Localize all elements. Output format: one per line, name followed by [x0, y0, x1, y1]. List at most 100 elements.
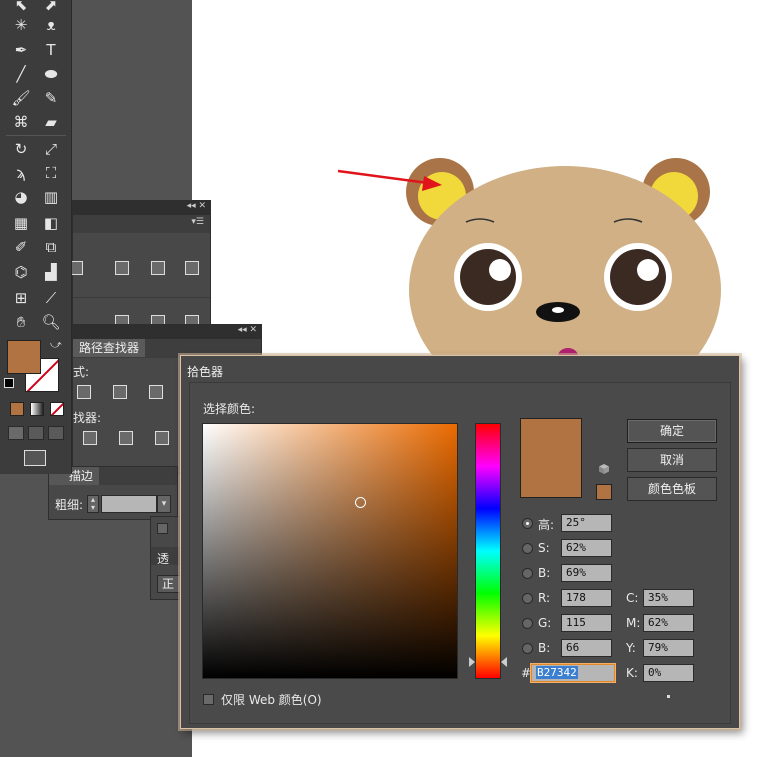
brightness-field[interactable]: 69%	[561, 564, 612, 582]
eyedropper-tool[interactable]: ✐	[8, 236, 34, 258]
screen-mode-button[interactable]	[24, 450, 46, 466]
pencil-icon: ✎	[44, 88, 58, 107]
magenta-field[interactable]: 62%	[643, 614, 694, 632]
yellow-field[interactable]: 79%	[643, 639, 694, 657]
saturation-label: S:	[538, 541, 550, 555]
pencil-tool[interactable]: ✎	[38, 87, 64, 109]
scale-tool[interactable]: ⤢	[38, 138, 64, 160]
stroke-option-checkbox[interactable]	[157, 523, 168, 534]
red-radio[interactable]	[522, 593, 533, 604]
bear-nose-highlight	[552, 307, 564, 313]
web-safe-color-swatch[interactable]	[596, 484, 612, 500]
weight-input[interactable]	[101, 495, 157, 513]
perspective-grid-tool[interactable]: ▥	[38, 186, 64, 208]
eraser-tool[interactable]: ▰	[38, 111, 64, 133]
blend-tool[interactable]: ⧉	[38, 236, 64, 258]
hand-tool[interactable]: ✋︎	[8, 311, 34, 333]
dialog-title: 拾色器	[187, 365, 224, 379]
saturation-brightness-field[interactable]	[202, 423, 458, 679]
type-tool[interactable]: T	[38, 39, 64, 61]
weight-dropdown-button[interactable]: ▾	[157, 495, 171, 513]
gradient-tool[interactable]: ◧	[38, 212, 64, 234]
ellipse-tool[interactable]: ⬬	[38, 63, 64, 85]
default-colors-icon[interactable]	[4, 378, 14, 388]
swap-fill-stroke-icon[interactable]: ⤻	[50, 338, 62, 352]
zoom-icon: 🔍︎	[41, 312, 61, 331]
tab-pathfinder[interactable]: 路径查找器	[73, 339, 146, 357]
magic-wand-tool[interactable]: ✳	[8, 14, 34, 36]
zoom-tool[interactable]: 🔍︎	[38, 311, 64, 333]
hue-field[interactable]: 25°	[561, 514, 612, 532]
cancel-button[interactable]: 取消	[627, 448, 717, 472]
cube-icon[interactable]	[598, 463, 610, 475]
panel-collapse-icon[interactable]: ◂◂ ✕	[238, 325, 257, 335]
hue-slider[interactable]	[475, 423, 501, 679]
pen-tool[interactable]: ✒	[8, 39, 34, 61]
align-top-icon[interactable]	[115, 261, 129, 275]
saturation-field[interactable]: 62%	[561, 539, 612, 557]
unite-icon[interactable]	[77, 385, 91, 399]
hue-radio[interactable]	[522, 518, 533, 529]
panel-header[interactable]	[73, 325, 261, 339]
bear-illustration[interactable]	[400, 150, 730, 390]
warp-tool[interactable]: ϡ	[8, 162, 34, 184]
minus-front-icon[interactable]	[113, 385, 127, 399]
mesh-tool[interactable]: ▦	[8, 212, 34, 234]
blue-label: B:	[538, 641, 551, 655]
paintbrush-tool[interactable]: 🖌︎	[8, 87, 34, 109]
none-mode-button[interactable]	[50, 402, 64, 416]
blue-radio[interactable]	[522, 643, 533, 654]
align-vcenter-icon[interactable]	[151, 261, 165, 275]
weight-stepper[interactable]: ▴ ▾	[87, 495, 99, 513]
draw-normal-button[interactable]	[8, 426, 24, 440]
web-colors-only-checkbox[interactable]	[203, 694, 214, 705]
red-field[interactable]: 178	[561, 589, 612, 607]
draw-inside-button[interactable]	[48, 426, 64, 440]
panel-collapse-icon[interactable]: ◂◂ ✕	[187, 201, 206, 211]
align-bottom-icon[interactable]	[185, 261, 199, 275]
color-mode-button[interactable]	[10, 402, 24, 416]
intersect-icon[interactable]	[149, 385, 163, 399]
symbol-sprayer-icon: ⌬	[14, 262, 28, 281]
hue-slider-left-handle[interactable]	[469, 657, 475, 667]
shape-builder-tool[interactable]: ◕	[8, 186, 34, 208]
column-graph-tool[interactable]: ▟	[38, 261, 64, 283]
tab-transparency[interactable]: 透	[157, 550, 169, 567]
free-transform-tool[interactable]: ⛶	[38, 162, 64, 184]
color-field-cursor[interactable]	[355, 497, 366, 508]
ok-button[interactable]: 确定	[627, 419, 717, 443]
selection-tool-icon: ⬉	[14, 0, 28, 14]
brightness-radio[interactable]	[522, 568, 533, 579]
slice-tool[interactable]: ⟋	[38, 287, 64, 309]
color-swatches-button[interactable]: 颜色色板	[627, 477, 717, 501]
hand-icon: ✋︎	[16, 312, 26, 331]
line-tool[interactable]: ╱	[8, 63, 34, 85]
draw-behind-button[interactable]	[28, 426, 44, 440]
magenta-label: M:	[626, 616, 641, 630]
annotation-arrow	[337, 169, 442, 191]
panel-menu-icon[interactable]: ▾☰	[191, 217, 204, 227]
artboard-tool[interactable]: ⊞	[8, 287, 34, 309]
bear-right-eye	[610, 249, 666, 305]
hex-value: B27342	[536, 666, 578, 679]
saturation-radio[interactable]	[522, 543, 533, 554]
green-field[interactable]: 115	[561, 614, 612, 632]
blob-brush-tool[interactable]: ⌘	[8, 111, 34, 133]
hex-field[interactable]: B27342	[531, 664, 615, 682]
column-graph-icon: ▟	[45, 262, 57, 281]
black-field[interactable]: 0%	[643, 664, 694, 682]
lasso-tool[interactable]: ᴥ	[38, 14, 64, 36]
rotate-tool[interactable]: ↻	[8, 138, 34, 160]
symbol-sprayer-tool[interactable]: ⌬	[8, 261, 34, 283]
cyan-label: C:	[626, 591, 639, 605]
blue-field[interactable]: 66	[561, 639, 612, 657]
fill-color-swatch[interactable]	[7, 340, 41, 374]
select-color-label: 选择颜色:	[203, 402, 256, 416]
green-radio[interactable]	[522, 618, 533, 629]
divide-icon[interactable]	[83, 431, 97, 445]
cyan-field[interactable]: 35%	[643, 589, 694, 607]
gradient-mode-button[interactable]	[30, 402, 44, 416]
merge-icon[interactable]	[155, 431, 169, 445]
trim-icon[interactable]	[119, 431, 133, 445]
hue-slider-right-handle[interactable]	[501, 657, 507, 667]
